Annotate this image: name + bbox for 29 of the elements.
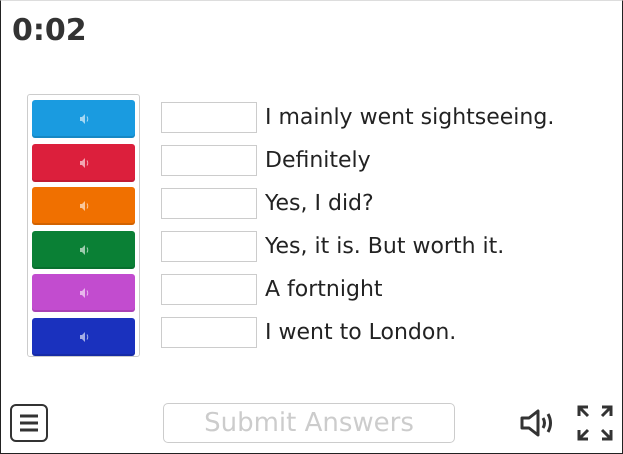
- audio-tile[interactable]: [32, 230, 135, 268]
- drop-box[interactable]: [161, 102, 257, 132]
- audio-tile[interactable]: [32, 318, 135, 356]
- drop-box[interactable]: [161, 230, 257, 262]
- answer-text: Definitely: [265, 148, 371, 172]
- drop-box[interactable]: [161, 316, 257, 348]
- audio-tile[interactable]: [32, 187, 135, 225]
- menu-icon: [18, 413, 40, 433]
- speaker-icon: [78, 200, 90, 212]
- answer-text: A fortnight: [265, 276, 383, 302]
- fullscreen-icon: [577, 405, 613, 441]
- menu-button[interactable]: [10, 404, 48, 442]
- speaker-icon: [78, 113, 90, 125]
- answer-text: Yes, it is. But worth it.: [265, 234, 504, 258]
- speaker-icon: [78, 156, 90, 168]
- audio-tile[interactable]: [32, 274, 135, 312]
- speaker-icon: [78, 330, 90, 342]
- speaker-icon: [78, 287, 90, 299]
- drop-box[interactable]: [161, 144, 257, 176]
- answer-text: Yes, I did?: [265, 190, 374, 216]
- drop-box[interactable]: [161, 188, 257, 218]
- timer: 0:02: [12, 13, 87, 50]
- audio-tile[interactable]: [32, 144, 135, 182]
- drop-box[interactable]: [161, 274, 257, 304]
- answer-text: I went to London.: [265, 320, 456, 344]
- audio-tile[interactable]: [32, 100, 135, 138]
- speaker-icon: [78, 244, 90, 256]
- fullscreen-button[interactable]: [577, 405, 613, 441]
- answer-text: I mainly went sightseeing.: [265, 104, 554, 130]
